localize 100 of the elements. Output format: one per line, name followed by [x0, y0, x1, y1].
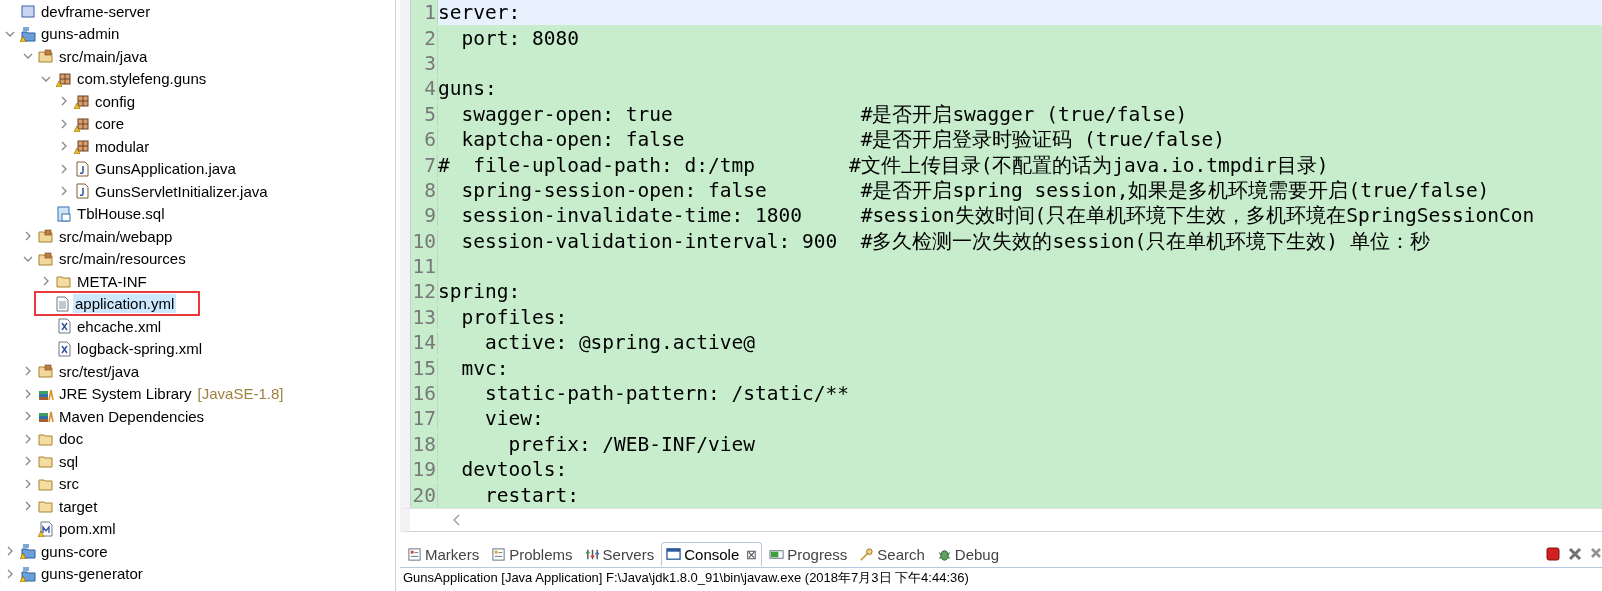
tree-item[interactable]: com.stylefeng.guns	[75, 69, 209, 89]
text-icon	[54, 295, 70, 312]
remove-icon[interactable]	[1568, 547, 1582, 561]
tree-item[interactable]: ehcache.xml	[75, 316, 164, 336]
tree-item[interactable]: src	[57, 474, 81, 494]
line-number: 17	[410, 407, 438, 431]
line-number: 8	[410, 178, 438, 202]
package-icon	[74, 115, 90, 132]
line-number: 12	[410, 280, 438, 304]
code-line: kaptcha-open: false #是否开启登录时验证码 (true/false)	[460, 127, 1226, 153]
line-number: 19	[410, 458, 438, 482]
markers-icon	[407, 547, 422, 562]
view-tab[interactable]: Problems	[486, 542, 578, 566]
server-project-icon	[20, 3, 36, 20]
tree-item[interactable]: sql	[57, 451, 81, 471]
code-line: active: @spring.active@	[483, 330, 756, 356]
folder-icon	[56, 273, 72, 290]
tree-item[interactable]: target	[57, 496, 100, 516]
line-number: 6	[410, 128, 438, 152]
tree-item[interactable]: config	[93, 91, 138, 111]
line-number: 9	[410, 204, 438, 228]
close-tab-icon[interactable]: ⊠	[746, 547, 758, 562]
package-icon	[56, 70, 72, 87]
console-output: GunsApplication [Java Application] F:\Java\jdk1.8.0_91\bin\javaw.exe (2018年7月3日 下午4:44:36)	[400, 567, 1602, 588]
tree-item[interactable]: src/test/java	[57, 361, 142, 381]
console-icon	[666, 547, 682, 562]
progress-icon	[769, 547, 785, 562]
tree-item[interactable]: GunsServletInitializer.java	[93, 181, 270, 201]
tree-item[interactable]: JRE System Library	[57, 384, 194, 404]
source-folder-icon	[38, 250, 54, 267]
folder-icon	[38, 453, 54, 470]
line-number: 10	[410, 229, 438, 253]
view-tab[interactable]: Servers	[579, 542, 660, 566]
java-icon	[74, 160, 90, 177]
pom-icon	[38, 520, 54, 537]
line-number: 13	[410, 305, 438, 329]
code-line: profiles:	[460, 304, 569, 331]
source-folder-icon	[38, 363, 54, 380]
tree-item[interactable]: pom.xml	[57, 519, 118, 539]
code-line: guns:	[438, 76, 498, 102]
package-icon	[74, 138, 90, 155]
code-line: port: 8080	[460, 25, 580, 51]
code-line: # file-upload-path: d:/tmp #文件上传目录(不配置的话为java.io.tmpdir目录)	[438, 152, 1330, 178]
java-icon	[74, 183, 90, 200]
tree-item[interactable]: META-INF	[75, 271, 149, 291]
line-number: 7	[410, 153, 438, 177]
xml-icon	[56, 340, 72, 357]
source-folder-icon	[38, 48, 54, 65]
view-tab[interactable]: Debug	[931, 542, 1005, 566]
package-icon	[74, 93, 90, 110]
code-line: restart:	[483, 482, 580, 508]
tree-item[interactable]: application.yml	[73, 294, 177, 314]
tree-item[interactable]: src/main/resources	[57, 249, 188, 269]
code-line: spring:	[438, 279, 522, 305]
line-number: 5	[410, 102, 438, 126]
tree-item[interactable]: guns-generator	[39, 564, 145, 584]
code-line: session-validation-interval: 900 #多久检测一次失效的session(只在单机环境下生效) 单位：秒	[460, 228, 1431, 254]
line-number: 2	[410, 26, 438, 50]
source-folder-icon	[38, 228, 54, 245]
servers-icon	[584, 547, 600, 562]
problems-icon	[491, 547, 507, 562]
tree-item[interactable]: src/main/webapp	[57, 226, 175, 246]
view-tab[interactable]: Search	[854, 542, 930, 566]
tree-item[interactable]: doc	[57, 429, 86, 449]
scroll-left-icon[interactable]	[452, 514, 462, 526]
tree-item[interactable]: core	[93, 114, 127, 134]
debug-icon	[936, 547, 952, 562]
line-number: 4	[410, 77, 438, 101]
tree-item[interactable]: src/main/java	[57, 46, 150, 66]
code-line: swagger-open: true #是否开启swagger (true/false)	[460, 101, 1189, 127]
tree-item[interactable]: TblHouse.sql	[75, 204, 167, 224]
view-tab[interactable]: Console ⊠	[661, 542, 763, 566]
line-number: 15	[410, 356, 438, 380]
view-tab[interactable]: Markers	[402, 542, 485, 566]
tree-item[interactable]: GunsApplication.java	[93, 159, 238, 179]
tree-item[interactable]: devframe-server	[39, 1, 153, 21]
line-number: 3	[410, 51, 438, 75]
tree-item[interactable]: logback-spring.xml	[75, 339, 205, 359]
line-number: 16	[410, 382, 438, 406]
line-number: 20	[410, 483, 438, 507]
code-line: devtools:	[460, 457, 569, 483]
line-number: 14	[410, 331, 438, 355]
tree-item[interactable]: guns-core	[39, 541, 110, 561]
tree-item[interactable]: modular	[93, 136, 152, 156]
project-icon	[20, 565, 36, 582]
code-line: session-invalidate-time: 1800 #session失效时间(只在单机环境下生效，多机环境在SpringSessionCon	[460, 203, 1536, 229]
tree-item[interactable]: Maven Dependencies	[57, 406, 207, 426]
folder-icon	[38, 498, 54, 515]
terminate-icon[interactable]	[1546, 547, 1560, 561]
code-line: mvc:	[460, 355, 510, 381]
sql-icon	[56, 205, 72, 222]
search-icon	[859, 547, 875, 562]
xml-icon	[56, 318, 72, 335]
line-number: 11	[410, 255, 438, 279]
view-tab[interactable]: Progress	[764, 542, 853, 566]
project-icon	[20, 543, 36, 560]
tree-item[interactable]: guns-admin	[39, 24, 122, 44]
code-line: static-path-pattern: /static/**	[483, 381, 850, 407]
tree-item-decoration: [JavaSE-1.8]	[197, 385, 284, 403]
code-line: spring-session-open: false #是否开启spring session,如果是多机环境需要开启(true/false)	[460, 177, 1491, 204]
